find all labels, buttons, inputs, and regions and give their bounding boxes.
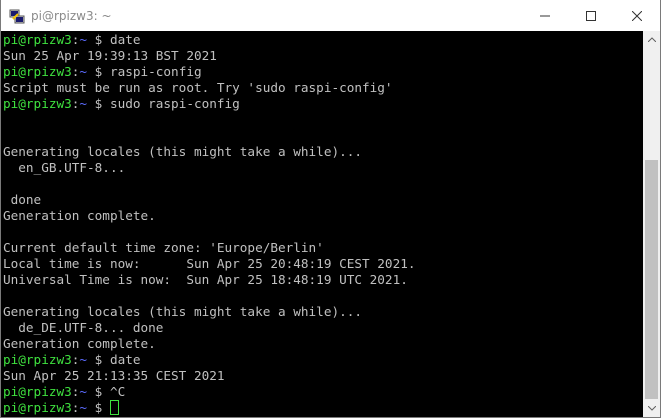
- output-line: Generation complete.: [3, 336, 156, 351]
- prompt-line: pi@rpizw3:~ $ date: [3, 32, 415, 48]
- chevron-down-icon: [647, 406, 656, 411]
- putty-icon[interactable]: [9, 8, 25, 24]
- prompt-symbol: $: [87, 400, 110, 415]
- maximize-button[interactable]: [568, 0, 614, 31]
- output-line: Local time is now: Sun Apr 25 20:48:19 C…: [3, 256, 416, 271]
- prompt-line: pi@rpizw3:~ $ raspi-config: [3, 64, 415, 80]
- output-line: Sun Apr 25 21:13:35 CEST 2021: [3, 368, 225, 383]
- prompt-symbol: $: [87, 352, 110, 367]
- output-line: de_DE.UTF-8... done: [3, 320, 164, 335]
- chevron-up-icon: [647, 37, 656, 42]
- scroll-down-button[interactable]: [643, 400, 660, 417]
- prompt-symbol: $: [87, 32, 110, 47]
- maximize-icon: [586, 10, 596, 21]
- prompt-line: pi@rpizw3:~ $: [3, 400, 415, 416]
- output-line: Script must be run as root. Try 'sudo ra…: [3, 80, 393, 95]
- prompt-path: ~: [79, 32, 88, 47]
- minimize-icon: [540, 15, 550, 16]
- prompt-user: pi@rpizw3: [3, 32, 72, 47]
- command-text: date: [109, 352, 141, 367]
- prompt-user: pi@rpizw3: [3, 64, 72, 79]
- prompt-symbol: $: [87, 384, 110, 399]
- prompt-symbol: $: [87, 96, 110, 111]
- prompt-line: pi@rpizw3:~ $ date: [3, 352, 415, 368]
- prompt-path: ~: [79, 400, 88, 415]
- prompt-line: pi@rpizw3:~ $ ^C: [3, 384, 415, 400]
- output-line: Generating locales (this might take a wh…: [3, 304, 363, 319]
- prompt-user: pi@rpizw3: [3, 400, 72, 415]
- terminal-output[interactable]: pi@rpizw3:~ $ date Sun 25 Apr 19:39:13 BS…: [1, 31, 643, 417]
- vertical-scrollbar[interactable]: [643, 31, 660, 417]
- prompt-path: ~: [79, 384, 88, 399]
- prompt-path: ~: [79, 96, 88, 111]
- text-cursor: [109, 400, 119, 415]
- close-button[interactable]: [614, 0, 660, 31]
- prompt-symbol: $: [87, 64, 110, 79]
- window-controls: [522, 0, 660, 31]
- prompt-path: ~: [79, 64, 88, 79]
- output-line: Sun 25 Apr 19:39:13 BST 2021: [3, 48, 217, 63]
- command-text: raspi-config: [109, 64, 202, 79]
- prompt-line: pi@rpizw3:~ $ sudo raspi-config: [3, 96, 415, 112]
- output-line: Universal Time is now: Sun Apr 25 18:48:…: [3, 272, 408, 287]
- command-text: date: [109, 32, 141, 47]
- prompt-user: pi@rpizw3: [3, 384, 72, 399]
- output-line: en_GB.UTF-8...: [3, 160, 126, 175]
- title-bar[interactable]: pi@rpizw3: ~: [1, 0, 660, 31]
- minimize-button[interactable]: [522, 0, 568, 31]
- scroll-thumb[interactable]: [645, 160, 658, 399]
- output-line: Generating locales (this might take a wh…: [3, 144, 363, 159]
- scroll-up-button[interactable]: [643, 31, 660, 48]
- command-text: ^C: [109, 384, 126, 399]
- terminal-window: pi@rpizw3: ~ pi@rpizw3:~ $ date Sun 25 Ap…: [0, 0, 661, 418]
- output-line: done: [3, 192, 42, 207]
- output-line: Current default time zone: 'Europe/Berli…: [3, 240, 324, 255]
- prompt-user: pi@rpizw3: [3, 96, 72, 111]
- terminal-lines: pi@rpizw3:~ $ date Sun 25 Apr 19:39:13 BS…: [3, 32, 415, 416]
- prompt-user: pi@rpizw3: [3, 352, 72, 367]
- output-line: Generation complete.: [3, 208, 156, 223]
- prompt-path: ~: [79, 352, 88, 367]
- command-text: sudo raspi-config: [109, 96, 240, 111]
- window-title: pi@rpizw3: ~: [31, 8, 112, 23]
- close-icon: [632, 10, 642, 21]
